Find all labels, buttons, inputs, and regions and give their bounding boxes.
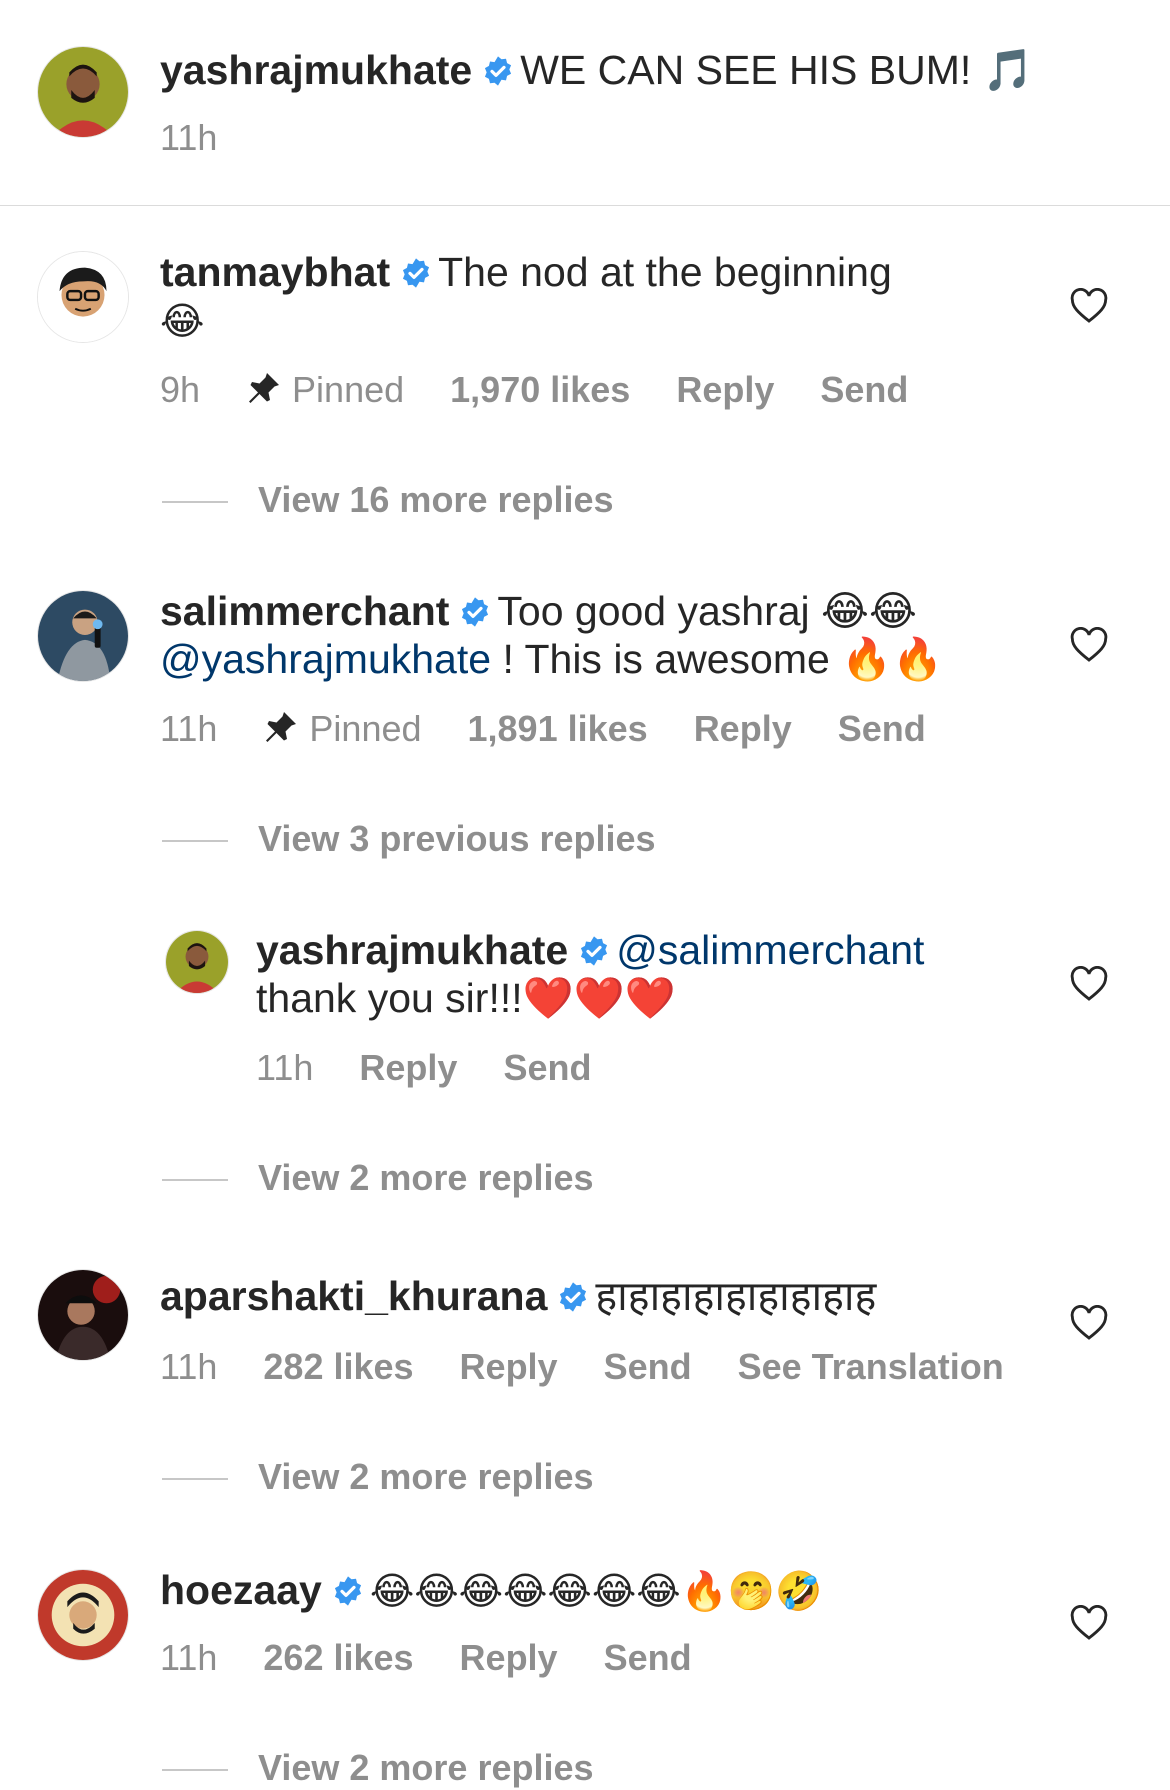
comment-meta: 11h 282 likes Reply Send See Translation bbox=[160, 1345, 1050, 1389]
like-heart-icon[interactable] bbox=[1070, 1605, 1108, 1641]
view-previous-replies[interactable]: View 3 previous replies bbox=[162, 817, 656, 861]
comment-meta: 11h 262 likes Reply Send bbox=[160, 1636, 738, 1680]
reply-button[interactable]: Reply bbox=[460, 1345, 558, 1389]
reply-button[interactable]: Reply bbox=[460, 1636, 558, 1680]
verified-badge-icon bbox=[334, 1576, 361, 1606]
verified-badge-icon bbox=[462, 597, 489, 627]
like-heart-icon[interactable] bbox=[1070, 1305, 1108, 1341]
avatar[interactable] bbox=[37, 590, 129, 682]
avatar[interactable] bbox=[37, 46, 129, 138]
verified-badge-icon bbox=[560, 1282, 587, 1312]
send-button[interactable]: Send bbox=[604, 1636, 692, 1680]
likes-count[interactable]: 1,891 likes bbox=[468, 707, 648, 751]
thread-line bbox=[162, 1769, 228, 1772]
likes-count[interactable]: 282 likes bbox=[263, 1345, 413, 1389]
timestamp: 9h bbox=[160, 369, 201, 410]
like-heart-icon[interactable] bbox=[1070, 627, 1108, 663]
reply-button[interactable]: Reply bbox=[676, 368, 774, 412]
avatar[interactable] bbox=[37, 1569, 129, 1661]
send-button[interactable]: Send bbox=[820, 368, 908, 412]
timestamp: 11h bbox=[160, 1637, 218, 1678]
reply-meta: 11h Reply Send bbox=[256, 1046, 637, 1090]
comment-body: hoezaay 😂😂😂😂😂😂😂🔥🤭🤣 bbox=[160, 1566, 1040, 1615]
reply-button[interactable]: Reply bbox=[359, 1046, 457, 1090]
timestamp: 11h bbox=[160, 117, 218, 158]
likes-count[interactable]: 1,970 likes bbox=[450, 368, 630, 412]
timestamp: 11h bbox=[160, 1346, 218, 1387]
comment-text: हाहाहाहाहाहाहाहाह bbox=[595, 1272, 877, 1320]
like-heart-icon[interactable] bbox=[1070, 966, 1108, 1002]
comment-body: salimmerchant Too good yashraj 😂😂 @yashraj… bbox=[160, 587, 1040, 683]
timestamp: 11h bbox=[160, 708, 218, 749]
view-more-replies[interactable]: View 16 more replies bbox=[162, 478, 614, 522]
send-button[interactable]: Send bbox=[838, 707, 926, 751]
caption-text: yashrajmukhate WE CAN SEE HIS BUM! 🎵 bbox=[160, 46, 1040, 94]
comment-emoji: 😂 bbox=[160, 299, 205, 343]
send-button[interactable]: Send bbox=[503, 1046, 591, 1090]
like-heart-icon[interactable] bbox=[1070, 288, 1108, 324]
reply-button[interactable]: Reply bbox=[694, 707, 792, 751]
comment-text: WE CAN SEE HIS BUM! 🎵 bbox=[520, 47, 1034, 93]
pin-icon bbox=[266, 712, 297, 742]
mention-link[interactable]: @yashrajmukhate bbox=[160, 636, 491, 682]
verified-badge-icon bbox=[485, 56, 512, 86]
verified-badge-icon bbox=[581, 936, 608, 966]
comment-text: 😂😂😂😂😂😂😂🔥🤭🤣 bbox=[369, 1569, 823, 1613]
thread-line bbox=[162, 501, 228, 504]
view-more-replies[interactable]: View 2 more replies bbox=[162, 1746, 594, 1790]
avatar[interactable] bbox=[165, 930, 229, 994]
pinned-label: Pinned bbox=[263, 707, 422, 751]
pinned-label: Pinned bbox=[246, 368, 404, 412]
comment-body: aparshakti_khurana हाहाहाहाहाहाहाहाह bbox=[160, 1272, 1040, 1320]
comment-text: thank you sir!!!❤️❤️❤️ bbox=[256, 975, 676, 1021]
username[interactable]: yashrajmukhate bbox=[160, 47, 472, 93]
caption-meta: 11h bbox=[160, 116, 263, 160]
username[interactable]: aparshakti_khurana bbox=[160, 1273, 547, 1319]
thread-line bbox=[162, 1179, 228, 1182]
post-caption: yashrajmukhate WE CAN SEE HIS BUM! 🎵 11h bbox=[0, 0, 1170, 206]
see-translation-button[interactable]: See Translation bbox=[738, 1345, 1004, 1389]
comment-meta: 11h Pinned 1,891 likes Reply Send bbox=[160, 707, 972, 751]
pin-icon bbox=[249, 373, 280, 403]
verified-badge-icon bbox=[403, 258, 430, 288]
thread-line bbox=[162, 840, 228, 843]
comment-meta: 9h Pinned 1,970 likes Reply Send bbox=[160, 368, 954, 412]
comment-text: The nod at the beginning bbox=[438, 249, 892, 295]
send-button[interactable]: Send bbox=[604, 1345, 692, 1389]
likes-count[interactable]: 262 likes bbox=[263, 1636, 413, 1680]
comment-text: Too good yashraj 😂😂 bbox=[497, 588, 917, 634]
timestamp: 11h bbox=[256, 1047, 314, 1088]
comment-body: tanmaybhat The nod at the beginning 😂 bbox=[160, 248, 1040, 345]
username[interactable]: salimmerchant bbox=[160, 588, 449, 634]
view-more-replies[interactable]: View 2 more replies bbox=[162, 1455, 594, 1499]
comment-text-continued: ! This is awesome 🔥🔥 bbox=[491, 636, 944, 682]
username[interactable]: tanmaybhat bbox=[160, 249, 390, 295]
username[interactable]: hoezaay bbox=[160, 1567, 322, 1613]
mention-link[interactable]: @salimmerchant bbox=[616, 927, 924, 973]
username[interactable]: yashrajmukhate bbox=[256, 927, 568, 973]
avatar[interactable] bbox=[37, 1269, 129, 1361]
reply-body: yashrajmukhate @salimmerchant thank you si… bbox=[256, 926, 1056, 1022]
view-more-replies[interactable]: View 2 more replies bbox=[162, 1156, 594, 1200]
avatar[interactable] bbox=[37, 251, 129, 343]
thread-line bbox=[162, 1478, 228, 1481]
